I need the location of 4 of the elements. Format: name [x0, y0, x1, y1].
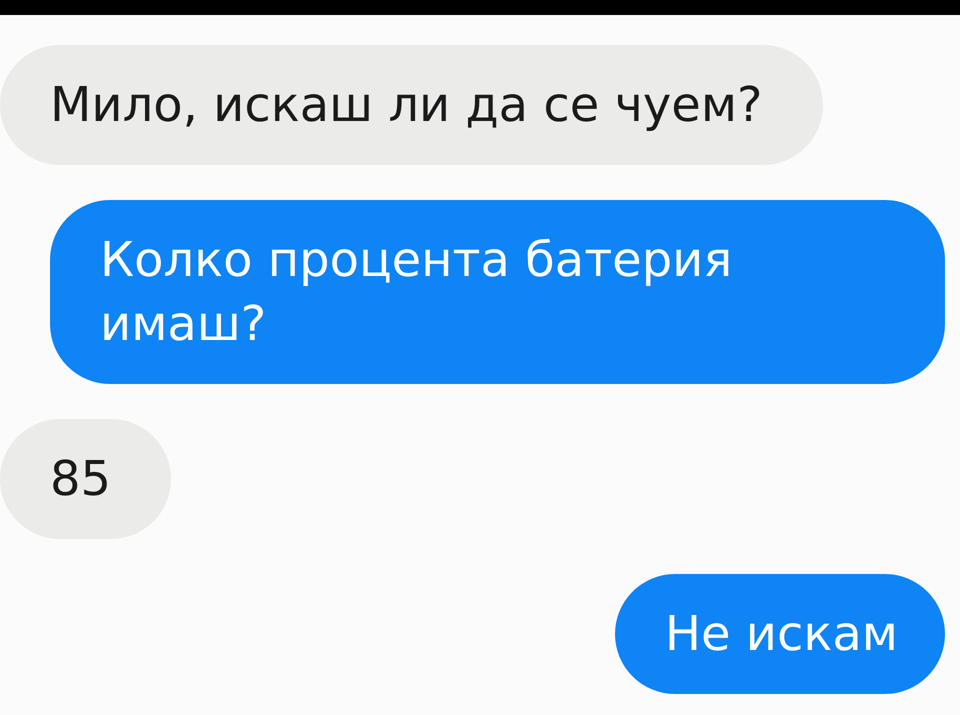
- received-message: Мило, искаш ли да се чуем?: [0, 45, 822, 165]
- sent-message: Колко процента батерия имаш?: [50, 200, 945, 384]
- sent-message: Не искам: [614, 574, 945, 694]
- received-message: 85: [0, 419, 172, 539]
